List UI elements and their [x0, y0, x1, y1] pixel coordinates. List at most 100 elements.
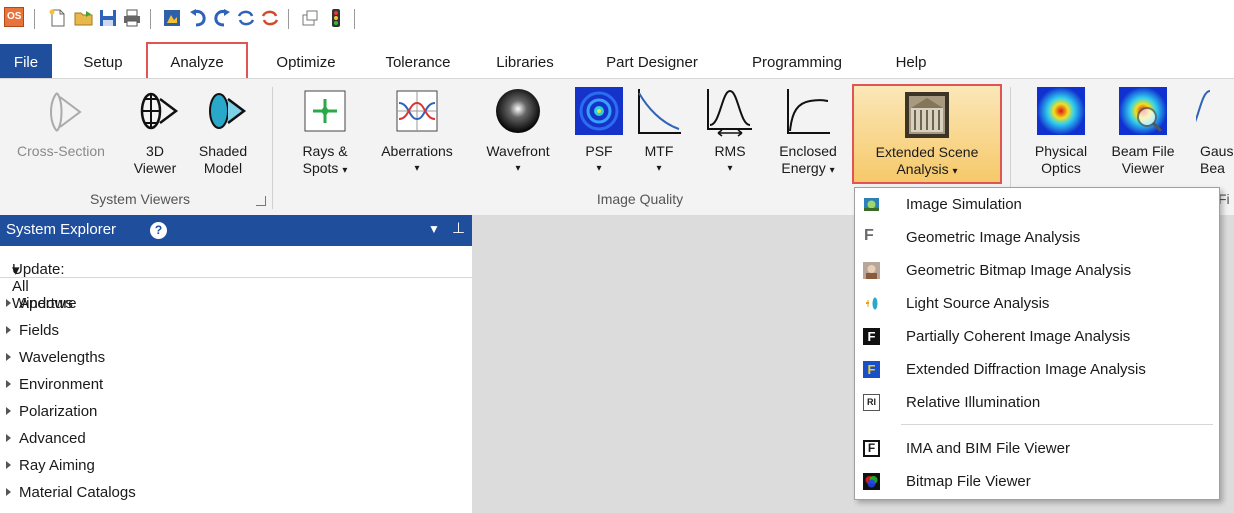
physical-optics-button[interactable]: Physical Optics [1026, 85, 1096, 185]
menu-item-label: Bitmap File Viewer [906, 473, 1031, 490]
rms-icon [707, 89, 752, 137]
menu-item-partially-coherent-image-analysis[interactable]: F Partially Coherent Image Analysis [855, 322, 1219, 352]
tab-analyze[interactable]: Analyze [146, 42, 248, 78]
tab-part-designer[interactable]: Part Designer [584, 44, 720, 78]
menu-item-label: IMA and BIM File Viewer [906, 440, 1070, 457]
wavefront-dropdown-caret: ▾ [515, 163, 521, 174]
tree-item-fields[interactable]: Fields [6, 322, 59, 339]
relative-illumination-icon: RI [863, 394, 880, 411]
group-label-system-viewers: System Viewers [89, 191, 191, 207]
aberrations-button[interactable]: Aberrations ▾ [366, 85, 468, 185]
tab-setup[interactable]: Setup [66, 44, 140, 78]
redo-icon[interactable] [212, 8, 232, 28]
print-icon[interactable] [122, 8, 142, 28]
expand-arrow-icon[interactable] [6, 353, 11, 361]
panel-menu-arrow-icon[interactable]: ▼ [428, 222, 440, 236]
menu-item-relative-illumination[interactable]: RI Relative Illumination [855, 388, 1219, 418]
shaded-model-label-2: Model [203, 160, 243, 176]
3d-viewer-label-2: Viewer [133, 160, 177, 176]
tab-tolerance[interactable]: Tolerance [368, 44, 468, 78]
open-file-icon[interactable] [74, 8, 94, 28]
new-file-icon[interactable] [48, 8, 68, 28]
partially-coherent-icon: F [863, 328, 880, 345]
menu-item-ima-bim-file-viewer[interactable]: F IMA and BIM File Viewer [855, 434, 1219, 464]
traffic-light-icon[interactable] [326, 8, 346, 28]
refresh-all-icon[interactable] [260, 8, 280, 28]
extended-diffraction-icon: F [863, 361, 880, 378]
menu-item-label: Geometric Bitmap Image Analysis [906, 262, 1132, 279]
tree-item-advanced[interactable]: Advanced [6, 430, 86, 447]
gaussian-beam-label-2: Bea [1200, 160, 1225, 176]
beam-file-viewer-label-1: Beam File [1111, 143, 1175, 159]
tree-item-environment[interactable]: Environment [6, 376, 103, 393]
refresh-icon[interactable] [236, 8, 256, 28]
expand-arrow-icon[interactable] [6, 461, 11, 469]
menu-item-label: Image Simulation [906, 196, 1022, 213]
cross-section-button[interactable]: Cross-Section [6, 85, 116, 185]
tree-item-wavelengths[interactable]: Wavelengths [6, 349, 105, 366]
rays-spots-label-2: Spots ▾ [302, 160, 348, 176]
extended-scene-label-2: Analysis ▾ [896, 161, 958, 177]
wavefront-button[interactable]: Wavefront ▾ [472, 85, 564, 185]
save-icon[interactable] [98, 8, 118, 28]
enclosed-energy-button[interactable]: Enclosed Energy ▾ [768, 85, 848, 185]
window-icon[interactable] [300, 8, 320, 28]
menu-item-bitmap-file-viewer[interactable]: Bitmap File Viewer [855, 467, 1219, 497]
gaussian-beam-icon [1196, 90, 1211, 123]
expand-arrow-icon[interactable] [6, 380, 11, 388]
pin-icon[interactable]: ⊥ [452, 219, 465, 237]
mtf-button[interactable]: MTF ▾ [632, 85, 686, 185]
tab-file[interactable]: File [0, 44, 52, 78]
psf-label: PSF [585, 143, 613, 159]
expand-arrow-icon[interactable] [6, 326, 11, 334]
system-explorer-title: System Explorer [6, 221, 117, 238]
tab-programming[interactable]: Programming [734, 44, 860, 78]
tree-item-aperture[interactable]: Aperture [6, 295, 77, 312]
cross-section-label: Cross-Section [17, 143, 105, 159]
psf-icon [575, 87, 623, 135]
update-all-windows-dropdown[interactable]: Update: All Windows ▾ [0, 247, 472, 312]
menu-item-label: Extended Diffraction Image Analysis [906, 361, 1146, 378]
tree-item-material-catalogs[interactable]: Material Catalogs [6, 484, 136, 501]
expand-arrow-icon[interactable] [6, 299, 11, 307]
menu-item-light-source-analysis[interactable]: Light Source Analysis [855, 289, 1219, 319]
aberrations-dropdown-caret: ▾ [414, 163, 420, 174]
tree-item-ray-aiming[interactable]: Ray Aiming [6, 457, 95, 474]
tree-item-polarization[interactable]: Polarization [6, 403, 97, 420]
help-icon[interactable]: ? [150, 222, 167, 239]
app-logo-text: OS [7, 11, 22, 22]
physical-optics-label-1: Physical [1034, 143, 1088, 159]
dialog-launcher-icon[interactable] [256, 196, 266, 206]
menu-item-image-simulation[interactable]: Image Simulation [855, 190, 1219, 220]
beam-file-viewer-button[interactable]: Beam File Viewer [1100, 85, 1186, 185]
tab-libraries[interactable]: Libraries [482, 44, 568, 78]
wavefront-icon [496, 89, 540, 133]
extended-scene-icon [905, 92, 949, 138]
expand-arrow-icon[interactable] [6, 407, 11, 415]
tab-optimize[interactable]: Optimize [258, 44, 354, 78]
app-logo-icon[interactable]: OS [4, 7, 24, 27]
mtf-dropdown-caret: ▾ [656, 163, 662, 174]
layout-icon[interactable] [162, 8, 182, 28]
rms-button[interactable]: RMS ▾ [700, 85, 760, 185]
tab-help[interactable]: Help [876, 44, 946, 78]
extended-scene-analysis-button[interactable]: Extended Scene Analysis ▾ [852, 84, 1002, 184]
group-label-image-quality: Image Quality [596, 191, 684, 207]
physical-optics-label-2: Optics [1041, 160, 1081, 176]
3d-viewer-button[interactable]: 3D Viewer [126, 85, 184, 185]
gaussian-beam-button[interactable]: Gaus Bea [1196, 85, 1234, 185]
menu-item-geometric-image-analysis[interactable]: F Geometric Image Analysis [855, 223, 1219, 253]
menu-item-label: Light Source Analysis [906, 295, 1050, 312]
menu-item-extended-diffraction-image-analysis[interactable]: F Extended Diffraction Image Analysis [855, 355, 1219, 385]
extended-scene-label-1: Extended Scene [875, 144, 979, 160]
expand-arrow-icon[interactable] [6, 434, 11, 442]
menu-item-label: Partially Coherent Image Analysis [906, 328, 1131, 345]
group-label-physical-optics-partial: Fi [1218, 191, 1230, 207]
expand-arrow-icon[interactable] [6, 488, 11, 496]
rays-spots-button[interactable]: Rays & Spots ▾ [288, 85, 362, 185]
shaded-model-button[interactable]: Shaded Model [190, 85, 256, 185]
menu-item-geometric-bitmap-image-analysis[interactable]: Geometric Bitmap Image Analysis [855, 256, 1219, 286]
3d-viewer-label-1: 3D [146, 143, 164, 159]
psf-button[interactable]: PSF ▾ [572, 85, 626, 185]
undo-icon[interactable] [188, 8, 208, 28]
